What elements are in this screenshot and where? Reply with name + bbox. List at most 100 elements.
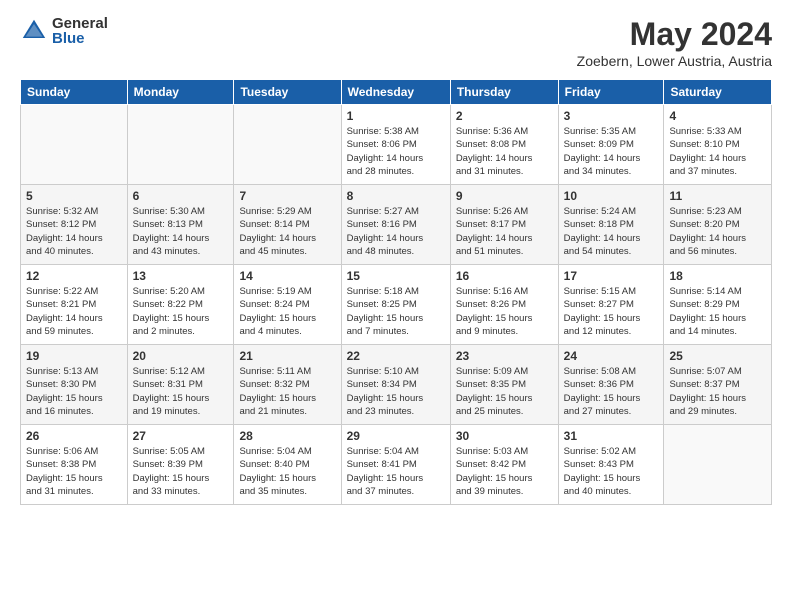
day-info: Sunrise: 5:38 AM Sunset: 8:06 PM Dayligh…: [347, 125, 445, 178]
day-info: Sunrise: 5:16 AM Sunset: 8:26 PM Dayligh…: [456, 285, 553, 338]
calendar-cell: 4 Sunrise: 5:33 AM Sunset: 8:10 PM Daylig…: [664, 105, 772, 185]
day-number: 20: [133, 349, 229, 363]
day-number: 4: [669, 109, 766, 123]
col-friday: Friday: [558, 80, 664, 105]
calendar-cell: 28Sunrise: 5:04 AM Sunset: 8:40 PM Dayli…: [234, 425, 341, 505]
calendar-header-row: Sunday Monday Tuesday Wednesday Thursday…: [21, 80, 772, 105]
subtitle: Zoebern, Lower Austria, Austria: [577, 53, 772, 69]
calendar-cell: 16 Sunrise: 5:16 AM Sunset: 8:26 PM Dayli…: [450, 265, 558, 345]
main-title: May 2024: [577, 16, 772, 53]
calendar-week-row-1: 1 Sunrise: 5:38 AM Sunset: 8:06 PM Daylig…: [21, 105, 772, 185]
day-number: 10: [564, 189, 659, 203]
logo-blue-text: Blue: [52, 31, 108, 46]
calendar-cell: 23 Sunrise: 5:09 AM Sunset: 8:35 PM Dayli…: [450, 345, 558, 425]
day-number: 18: [669, 269, 766, 283]
day-info: Sunrise: 5:05 AM Sunset: 8:39 PM Dayligh…: [133, 445, 229, 498]
calendar-cell: 30Sunrise: 5:03 AM Sunset: 8:42 PM Dayli…: [450, 425, 558, 505]
day-number: 22: [347, 349, 445, 363]
calendar-cell: 31 Sunrise: 5:02 AM Sunset: 8:43 PM Dayli…: [558, 425, 664, 505]
day-number: 27: [133, 429, 229, 443]
day-info: Sunrise: 5:33 AM Sunset: 8:10 PM Dayligh…: [669, 125, 766, 178]
day-info: Sunrise: 5:10 AM Sunset: 8:34 PM Dayligh…: [347, 365, 445, 418]
logo: General Blue: [20, 16, 108, 46]
calendar-cell: 27 Sunrise: 5:05 AM Sunset: 8:39 PM Dayli…: [127, 425, 234, 505]
calendar-cell: 17 Sunrise: 5:15 AM Sunset: 8:27 PM Dayli…: [558, 265, 664, 345]
day-info: Sunrise: 5:35 AM Sunset: 8:09 PM Dayligh…: [564, 125, 659, 178]
day-number: 9: [456, 189, 553, 203]
day-info: Sunrise: 5:30 AM Sunset: 8:13 PM Dayligh…: [133, 205, 229, 258]
day-info: Sunrise: 5:08 AM Sunset: 8:36 PM Dayligh…: [564, 365, 659, 418]
day-number: 3: [564, 109, 659, 123]
day-info: Sunrise: 5:13 AM Sunset: 8:30 PM Dayligh…: [26, 365, 122, 418]
day-info: Sunrise: 5:18 AM Sunset: 8:25 PM Dayligh…: [347, 285, 445, 338]
calendar-cell: 10 Sunrise: 5:24 AM Sunset: 8:18 PM Dayli…: [558, 185, 664, 265]
col-tuesday: Tuesday: [234, 80, 341, 105]
calendar-cell: [664, 425, 772, 505]
day-info: Sunrise: 5:24 AM Sunset: 8:18 PM Dayligh…: [564, 205, 659, 258]
day-number: 5: [26, 189, 122, 203]
day-info: Sunrise: 5:26 AM Sunset: 8:17 PM Dayligh…: [456, 205, 553, 258]
day-info: Sunrise: 5:29 AM Sunset: 8:14 PM Dayligh…: [239, 205, 335, 258]
logo-text: General Blue: [52, 16, 108, 46]
calendar-cell: 1 Sunrise: 5:38 AM Sunset: 8:06 PM Daylig…: [341, 105, 450, 185]
day-number: 17: [564, 269, 659, 283]
calendar-cell: 8Sunrise: 5:27 AM Sunset: 8:16 PM Daylig…: [341, 185, 450, 265]
calendar-cell: 20 Sunrise: 5:12 AM Sunset: 8:31 PM Dayli…: [127, 345, 234, 425]
calendar-week-row-4: 19 Sunrise: 5:13 AM Sunset: 8:30 PM Dayli…: [21, 345, 772, 425]
day-info: Sunrise: 5:36 AM Sunset: 8:08 PM Dayligh…: [456, 125, 553, 178]
day-info: Sunrise: 5:09 AM Sunset: 8:35 PM Dayligh…: [456, 365, 553, 418]
calendar-cell: 3 Sunrise: 5:35 AM Sunset: 8:09 PM Daylig…: [558, 105, 664, 185]
day-number: 13: [133, 269, 229, 283]
day-info: Sunrise: 5:22 AM Sunset: 8:21 PM Dayligh…: [26, 285, 122, 338]
calendar-cell: 24 Sunrise: 5:08 AM Sunset: 8:36 PM Dayli…: [558, 345, 664, 425]
calendar-cell: 21Sunrise: 5:11 AM Sunset: 8:32 PM Dayli…: [234, 345, 341, 425]
calendar-cell: 12Sunrise: 5:22 AM Sunset: 8:21 PM Dayli…: [21, 265, 128, 345]
calendar-cell: 6Sunrise: 5:30 AM Sunset: 8:13 PM Daylig…: [127, 185, 234, 265]
day-number: 7: [239, 189, 335, 203]
col-sunday: Sunday: [21, 80, 128, 105]
day-number: 16: [456, 269, 553, 283]
day-info: Sunrise: 5:20 AM Sunset: 8:22 PM Dayligh…: [133, 285, 229, 338]
day-info: Sunrise: 5:32 AM Sunset: 8:12 PM Dayligh…: [26, 205, 122, 258]
calendar-week-row-5: 26Sunrise: 5:06 AM Sunset: 8:38 PM Dayli…: [21, 425, 772, 505]
logo-icon: [20, 17, 48, 45]
header: General Blue May 2024 Zoebern, Lower Aus…: [20, 16, 772, 69]
col-saturday: Saturday: [664, 80, 772, 105]
day-info: Sunrise: 5:27 AM Sunset: 8:16 PM Dayligh…: [347, 205, 445, 258]
calendar-cell: 9 Sunrise: 5:26 AM Sunset: 8:17 PM Daylig…: [450, 185, 558, 265]
day-number: 26: [26, 429, 122, 443]
day-info: Sunrise: 5:19 AM Sunset: 8:24 PM Dayligh…: [239, 285, 335, 338]
day-number: 29: [347, 429, 445, 443]
day-number: 2: [456, 109, 553, 123]
calendar-cell: 18 Sunrise: 5:14 AM Sunset: 8:29 PM Dayli…: [664, 265, 772, 345]
calendar-table: Sunday Monday Tuesday Wednesday Thursday…: [20, 79, 772, 505]
calendar-cell: 5 Sunrise: 5:32 AM Sunset: 8:12 PM Daylig…: [21, 185, 128, 265]
day-number: 24: [564, 349, 659, 363]
day-number: 11: [669, 189, 766, 203]
col-thursday: Thursday: [450, 80, 558, 105]
day-info: Sunrise: 5:14 AM Sunset: 8:29 PM Dayligh…: [669, 285, 766, 338]
calendar-cell: 2 Sunrise: 5:36 AM Sunset: 8:08 PM Daylig…: [450, 105, 558, 185]
day-number: 28: [239, 429, 335, 443]
calendar-cell: 26Sunrise: 5:06 AM Sunset: 8:38 PM Dayli…: [21, 425, 128, 505]
day-number: 30: [456, 429, 553, 443]
day-number: 31: [564, 429, 659, 443]
day-number: 1: [347, 109, 445, 123]
calendar-cell: 19 Sunrise: 5:13 AM Sunset: 8:30 PM Dayli…: [21, 345, 128, 425]
day-info: Sunrise: 5:12 AM Sunset: 8:31 PM Dayligh…: [133, 365, 229, 418]
calendar-cell: 22 Sunrise: 5:10 AM Sunset: 8:34 PM Dayli…: [341, 345, 450, 425]
day-number: 25: [669, 349, 766, 363]
page: General Blue May 2024 Zoebern, Lower Aus…: [0, 0, 792, 515]
day-info: Sunrise: 5:11 AM Sunset: 8:32 PM Dayligh…: [239, 365, 335, 418]
col-wednesday: Wednesday: [341, 80, 450, 105]
logo-general-text: General: [52, 16, 108, 31]
day-number: 19: [26, 349, 122, 363]
day-info: Sunrise: 5:07 AM Sunset: 8:37 PM Dayligh…: [669, 365, 766, 418]
col-monday: Monday: [127, 80, 234, 105]
day-info: Sunrise: 5:15 AM Sunset: 8:27 PM Dayligh…: [564, 285, 659, 338]
calendar-cell: [234, 105, 341, 185]
day-info: Sunrise: 5:02 AM Sunset: 8:43 PM Dayligh…: [564, 445, 659, 498]
calendar-cell: [21, 105, 128, 185]
day-number: 15: [347, 269, 445, 283]
day-number: 23: [456, 349, 553, 363]
